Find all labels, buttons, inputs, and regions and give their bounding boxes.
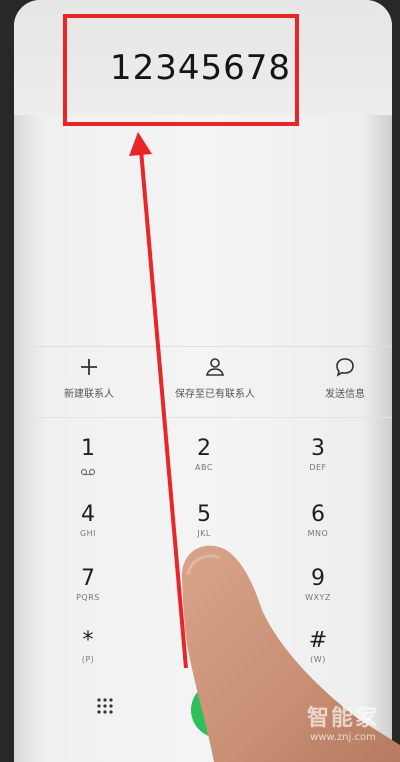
key-letters: MNO	[307, 529, 329, 538]
key-digit: 3	[311, 436, 325, 461]
key-digit: 2	[197, 436, 211, 461]
new-contact-button[interactable]: 新建联系人	[34, 355, 144, 400]
key-digit: 4	[81, 502, 95, 527]
key-letters: DEF	[309, 463, 327, 472]
key-2[interactable]: 2 ABC	[154, 436, 254, 474]
watermark-url: www.znj.com	[310, 732, 376, 743]
new-contact-label: 新建联系人	[64, 389, 114, 400]
key-0[interactable]: 0 +	[154, 628, 254, 666]
save-to-existing-contact-button[interactable]: 保存至已有联系人	[160, 355, 270, 400]
person-icon	[205, 358, 225, 376]
key-digit: 7	[81, 566, 95, 591]
add-icon	[81, 359, 97, 375]
key-digit: 6	[311, 502, 325, 527]
key-digit: 9	[311, 566, 325, 591]
watermark: 智能家 www.znj.com	[288, 700, 398, 743]
key-7[interactable]: 7 PQRS	[38, 566, 138, 604]
call-icon	[210, 700, 230, 720]
key-letters: GHI	[79, 529, 97, 538]
message-icon	[336, 358, 354, 377]
call-button[interactable]	[191, 682, 247, 738]
watermark-brand: 智能家	[306, 706, 379, 731]
key-digit: 8	[197, 566, 211, 591]
key-letters: (P)	[81, 655, 95, 664]
key-letters: +	[200, 655, 208, 664]
voicemail-icon	[80, 468, 96, 476]
key-3[interactable]: 3 DEF	[268, 436, 368, 474]
key-letters: WXYZ	[305, 593, 331, 602]
key-digit: 5	[197, 502, 211, 527]
key-hash[interactable]: # (W)	[268, 628, 368, 666]
dialpad-grid-icon[interactable]	[96, 697, 114, 715]
key-digit: *	[82, 628, 94, 653]
key-letters: (W)	[310, 655, 326, 664]
key-letters: TUV	[195, 593, 213, 602]
key-letters: PQRS	[76, 593, 100, 602]
key-6[interactable]: 6 MNO	[268, 502, 368, 540]
key-letters: JKL	[197, 529, 211, 538]
key-letters: ABC	[195, 463, 213, 472]
send-message-button[interactable]: 发送信息	[290, 355, 392, 400]
key-5[interactable]: 5 JKL	[154, 502, 254, 540]
key-9[interactable]: 9 WXYZ	[268, 566, 368, 604]
key-star[interactable]: * (P)	[38, 628, 138, 666]
key-digit: 1	[81, 436, 95, 461]
number-highlight-box	[63, 14, 299, 126]
key-1[interactable]: 1	[38, 436, 138, 481]
key-digit: #	[308, 628, 328, 653]
dialer-action-bar: 新建联系人 保存至已有联系人 发送信息	[34, 346, 392, 418]
save-to-existing-contact-label: 保存至已有联系人	[175, 389, 255, 400]
send-message-label: 发送信息	[325, 389, 365, 400]
key-digit: 0	[197, 628, 211, 653]
key-8[interactable]: 8 TUV	[154, 566, 254, 604]
key-4[interactable]: 4 GHI	[38, 502, 138, 540]
